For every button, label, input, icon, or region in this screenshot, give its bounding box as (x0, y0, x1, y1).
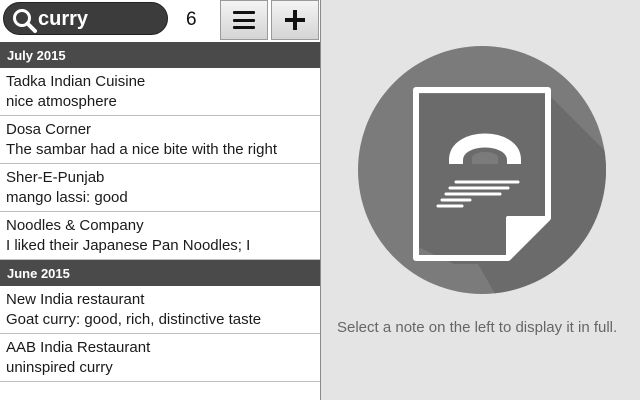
result-count: 6 (186, 9, 197, 30)
note-title: AAB India Restaurant (6, 339, 151, 356)
note-sidebar: 6 July 2015 Tadka Indian Cuisine nice at… (0, 0, 321, 400)
note-preview: I liked their Japanese Pan Noodles; I (6, 237, 251, 254)
note-preview: mango lassi: good (6, 189, 128, 206)
empty-state-message: Select a note on the left to display it … (337, 319, 618, 336)
group-header: June 2015 (0, 260, 320, 286)
add-note-button[interactable] (271, 0, 319, 40)
note-preview: uninspired curry (6, 359, 113, 376)
list-item[interactable]: Noodles & Company I liked their Japanese… (0, 212, 320, 260)
note-preview: Goat curry: good, rich, distinctive tast… (6, 311, 262, 328)
note-preview: nice atmosphere (6, 93, 117, 110)
search-box[interactable] (3, 2, 168, 35)
list-item[interactable]: AAB India Restaurant uninspired curry (0, 334, 320, 382)
note-page-icon (358, 46, 606, 294)
note-title: New India restaurant (6, 291, 145, 308)
list-item[interactable]: Tadka Indian Cuisine nice atmosphere (0, 68, 320, 116)
note-title: Tadka Indian Cuisine (6, 73, 146, 90)
search-input[interactable] (38, 7, 163, 31)
note-title: Noodles & Company (6, 217, 144, 234)
note-title: Dosa Corner (6, 121, 92, 138)
menu-button[interactable] (220, 0, 268, 40)
list-item[interactable]: Sher-E-Punjab mango lassi: good (0, 164, 320, 212)
search-icon (13, 9, 37, 33)
note-preview: The sambar had a nice bite with the righ… (6, 141, 277, 158)
toolbar: 6 (0, 0, 320, 42)
list-item[interactable]: Dosa Corner The sambar had a nice bite w… (0, 116, 320, 164)
group-header: July 2015 (0, 42, 320, 68)
hamburger-menu-icon (233, 11, 255, 29)
note-title: Sher-E-Punjab (6, 169, 105, 186)
list-item[interactable]: New India restaurant Goat curry: good, r… (0, 286, 320, 334)
note-list: July 2015 Tadka Indian Cuisine nice atmo… (0, 42, 320, 382)
plus-icon (285, 10, 305, 30)
